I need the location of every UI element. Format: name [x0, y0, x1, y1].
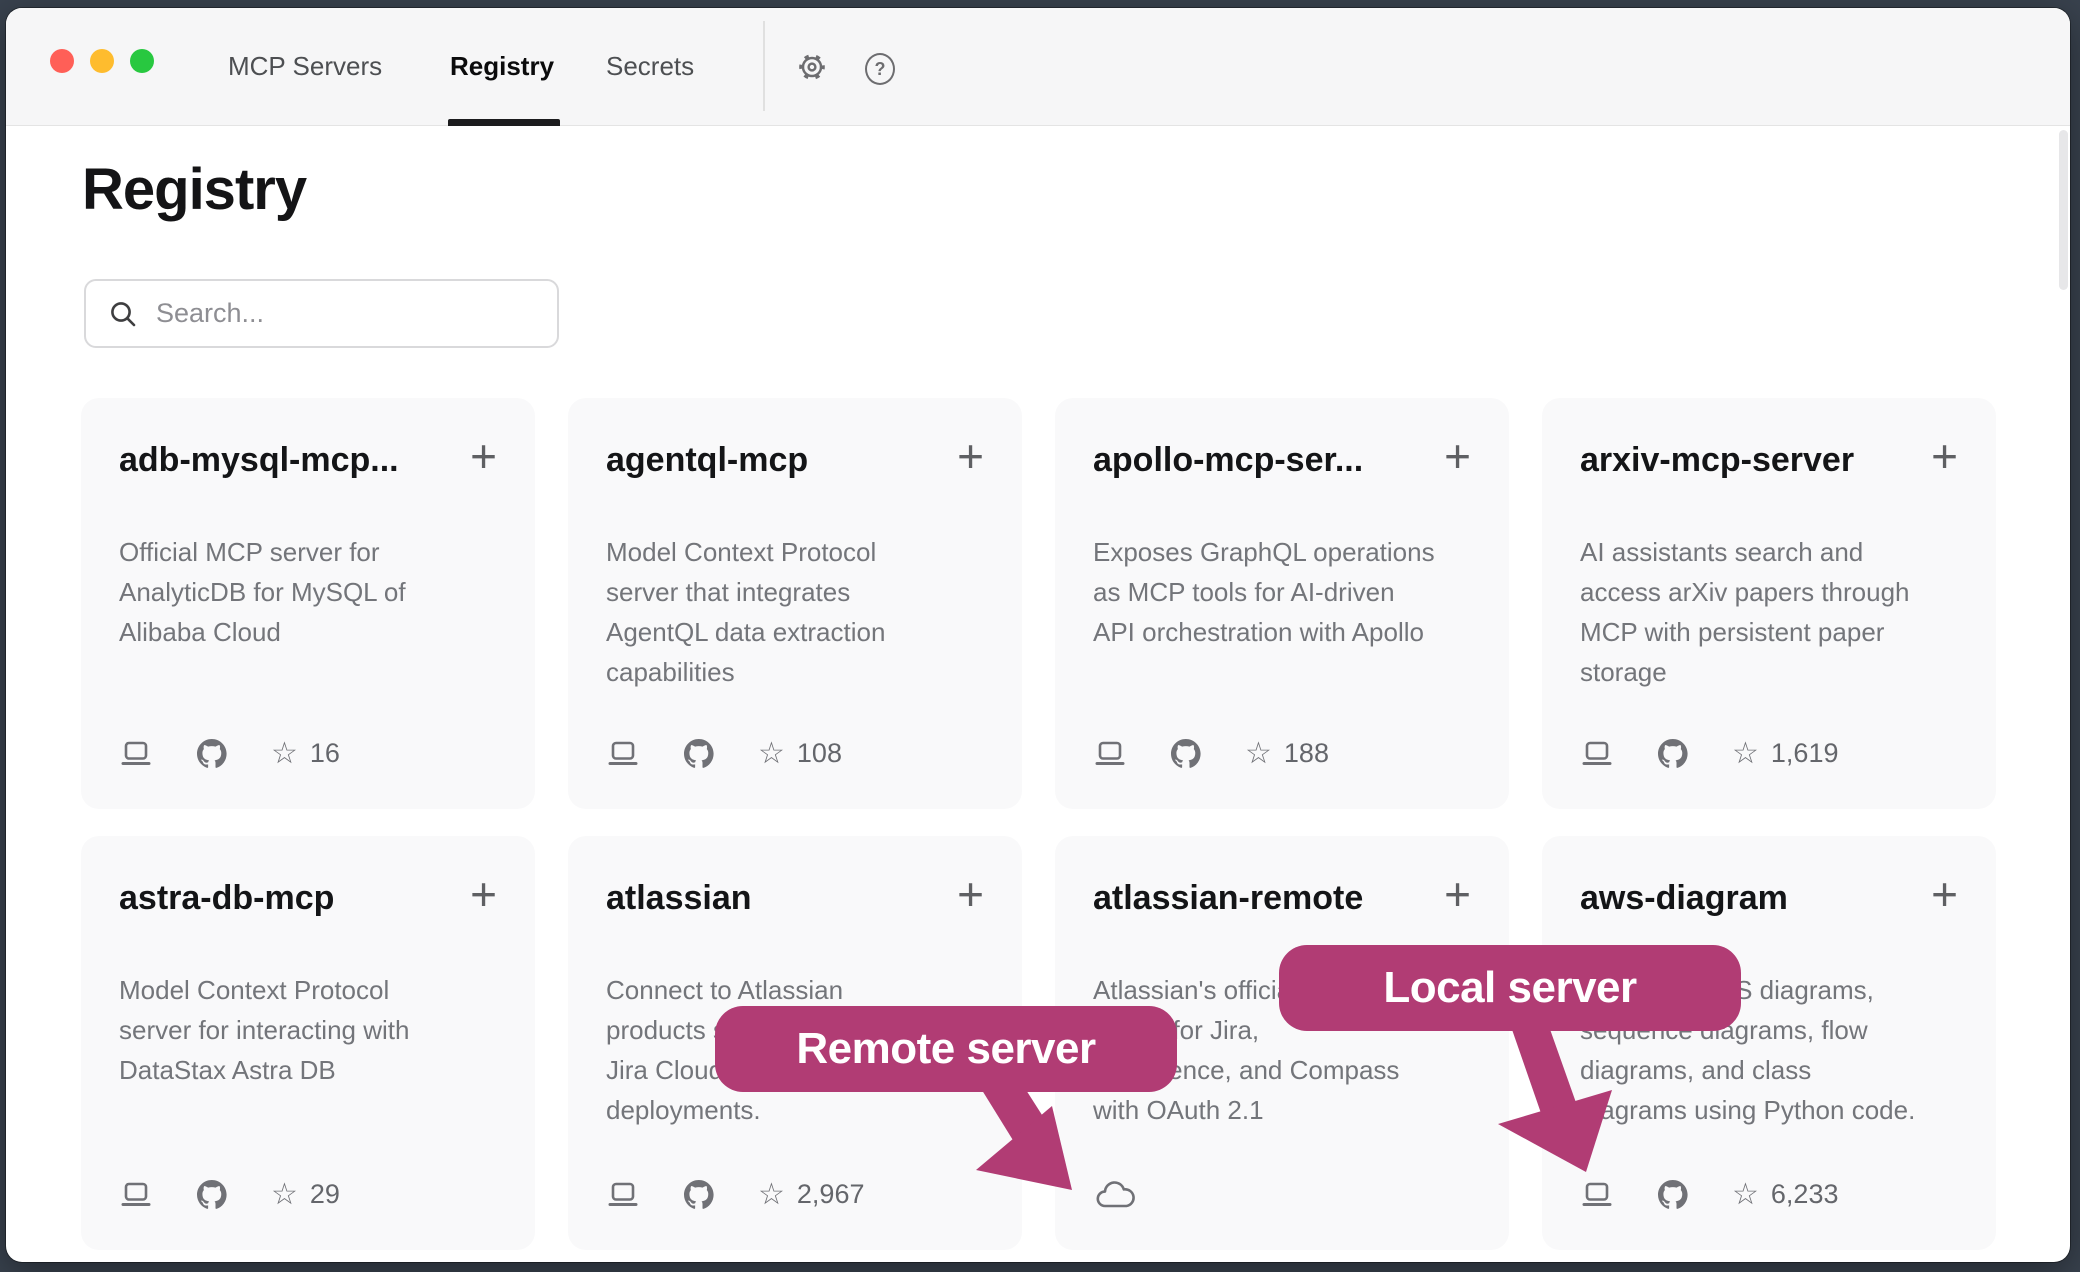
laptop-icon: [1093, 741, 1127, 767]
add-server-button[interactable]: +: [470, 438, 497, 474]
star-count: 29: [310, 1179, 340, 1210]
star-count-group: ☆ 29: [271, 1179, 340, 1210]
server-name: astra-db-mcp: [119, 878, 334, 918]
zoom-button[interactable]: [130, 49, 154, 73]
toolbar: MCP Servers Registry Secrets ?: [6, 8, 2070, 126]
github-icon[interactable]: [1171, 739, 1201, 769]
server-card-astra-db[interactable]: astra-db-mcp + Model Context Protocol se…: [81, 836, 535, 1250]
star-icon: ☆: [758, 1180, 785, 1210]
tab-mcp-servers[interactable]: MCP Servers: [228, 8, 382, 125]
star-count: 1,619: [1771, 738, 1839, 769]
card-footer: ☆ 29: [119, 1179, 340, 1210]
question-circle-icon: ?: [865, 53, 895, 85]
search-icon: [108, 299, 138, 329]
add-server-button[interactable]: +: [1931, 438, 1958, 474]
laptop-icon: [119, 741, 153, 767]
local-server-callout: Local server: [1279, 945, 1741, 1031]
star-count: 108: [797, 738, 842, 769]
star-icon: ☆: [1732, 1180, 1759, 1210]
server-name: aws-diagram: [1580, 878, 1788, 918]
star-icon: ☆: [271, 1180, 298, 1210]
server-description: Official MCP server for AnalyticDB for M…: [119, 532, 497, 652]
card-footer: ☆ 16: [119, 738, 340, 769]
page-title: Registry: [82, 154, 306, 226]
desktop: MCP Servers Registry Secrets ?: [0, 0, 2080, 1272]
app-window: MCP Servers Registry Secrets ?: [6, 8, 2070, 1262]
server-name: agentql-mcp: [606, 440, 808, 480]
server-card-arxiv[interactable]: arxiv-mcp-server + AI assistants search …: [1542, 398, 1996, 809]
card-footer: ☆ 108: [606, 738, 842, 769]
github-icon[interactable]: [1658, 739, 1688, 769]
add-server-button[interactable]: +: [957, 876, 984, 912]
server-card-adb-mysql[interactable]: adb-mysql-mcp... + Official MCP server f…: [81, 398, 535, 809]
laptop-icon: [606, 741, 640, 767]
server-description: Exposes GraphQL operations as MCP tools …: [1093, 532, 1471, 652]
add-server-button[interactable]: +: [470, 876, 497, 912]
server-name: adb-mysql-mcp...: [119, 440, 399, 480]
star-count-group: ☆ 6,233: [1732, 1179, 1838, 1210]
settings-button[interactable]: [797, 54, 827, 84]
card-footer: ☆ 188: [1093, 738, 1329, 769]
server-name: apollo-mcp-ser...: [1093, 440, 1363, 480]
server-name: atlassian-remote: [1093, 878, 1363, 918]
star-count: 188: [1284, 738, 1329, 769]
help-button[interactable]: ?: [865, 54, 895, 84]
server-description: AI assistants search and access arXiv pa…: [1580, 532, 1958, 692]
server-description: Model Context Protocol server that integ…: [606, 532, 984, 692]
add-server-button[interactable]: +: [1444, 438, 1471, 474]
star-icon: ☆: [758, 739, 785, 769]
star-count: 6,233: [1771, 1179, 1839, 1210]
card-footer: ☆ 1,619: [1580, 738, 1838, 769]
server-card-aws-diagram[interactable]: aws-diagram + Generate AWS diagrams, seq…: [1542, 836, 1996, 1250]
star-count-group: ☆ 16: [271, 738, 340, 769]
search-input[interactable]: [154, 297, 543, 330]
laptop-icon: [119, 1182, 153, 1208]
add-server-button[interactable]: +: [957, 438, 984, 474]
github-icon[interactable]: [1658, 1180, 1688, 1210]
cloud-icon: [1093, 1180, 1135, 1210]
laptop-icon: [1580, 1182, 1614, 1208]
toolbar-divider: [763, 21, 765, 111]
star-count-group: ☆ 108: [758, 738, 842, 769]
star-count: 16: [310, 738, 340, 769]
card-footer: ☆ 2,967: [606, 1179, 864, 1210]
close-button[interactable]: [50, 49, 74, 73]
star-count-group: ☆ 2,967: [758, 1179, 864, 1210]
github-icon[interactable]: [197, 1180, 227, 1210]
server-card-apollo[interactable]: apollo-mcp-ser... + Exposes GraphQL oper…: [1055, 398, 1509, 809]
active-tab-indicator: [448, 119, 560, 126]
server-grid: adb-mysql-mcp... + Official MCP server f…: [81, 398, 1996, 1250]
github-icon[interactable]: [684, 739, 714, 769]
search-box: [84, 279, 559, 348]
github-icon[interactable]: [684, 1180, 714, 1210]
star-icon: ☆: [271, 739, 298, 769]
star-icon: ☆: [1732, 739, 1759, 769]
tab-secrets[interactable]: Secrets: [606, 8, 694, 125]
server-card-agentql[interactable]: agentql-mcp + Model Context Protocol ser…: [568, 398, 1022, 809]
traffic-lights: [50, 49, 154, 73]
star-count-group: ☆ 188: [1245, 738, 1329, 769]
server-name: atlassian: [606, 878, 752, 918]
gear-icon: [796, 51, 828, 88]
laptop-icon: [1580, 741, 1614, 767]
remote-server-callout: Remote server: [715, 1006, 1177, 1092]
card-footer: ☆ 6,233: [1580, 1179, 1838, 1210]
laptop-icon: [606, 1182, 640, 1208]
server-description: Model Context Protocol server for intera…: [119, 970, 497, 1090]
server-name: arxiv-mcp-server: [1580, 440, 1854, 480]
star-count-group: ☆ 1,619: [1732, 738, 1838, 769]
scrollbar-thumb[interactable]: [2059, 130, 2068, 290]
minimize-button[interactable]: [90, 49, 114, 73]
question-glyph: ?: [875, 60, 886, 78]
github-icon[interactable]: [197, 739, 227, 769]
add-server-button[interactable]: +: [1444, 876, 1471, 912]
tab-registry[interactable]: Registry: [450, 8, 554, 125]
star-icon: ☆: [1245, 739, 1272, 769]
add-server-button[interactable]: +: [1931, 876, 1958, 912]
star-count: 2,967: [797, 1179, 865, 1210]
card-footer: [1093, 1180, 1135, 1210]
